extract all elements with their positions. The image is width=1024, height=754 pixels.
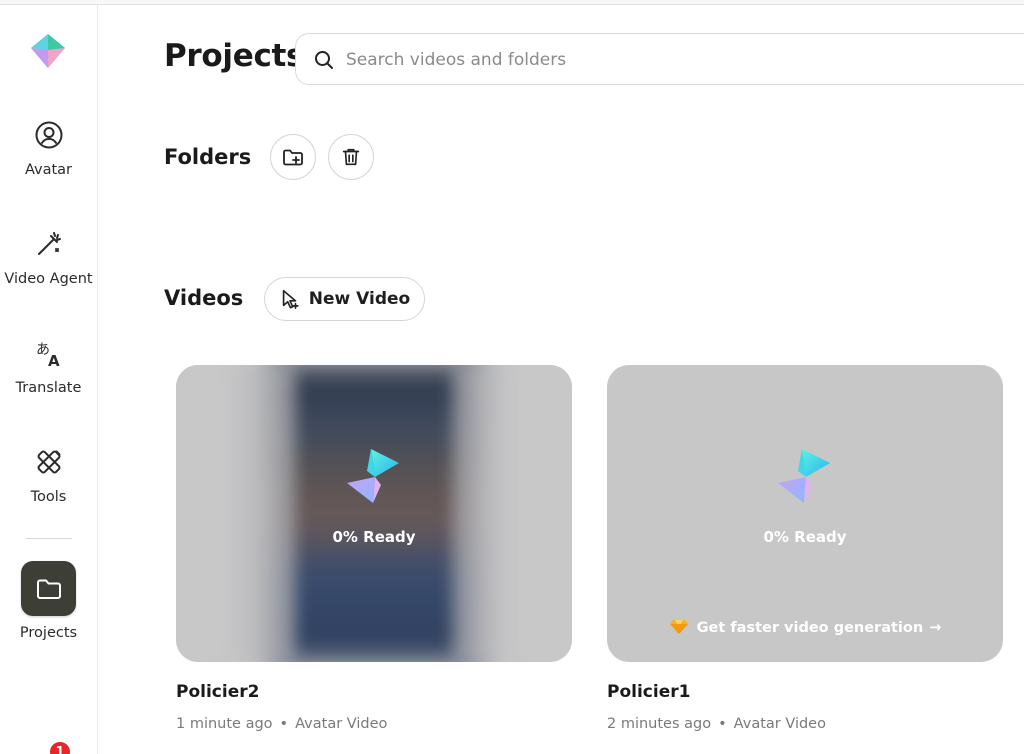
- search-input[interactable]: [346, 46, 946, 74]
- svg-text:A: A: [48, 352, 60, 368]
- search-icon: [315, 51, 333, 69]
- sidebar: Avatar Video Agent あ A Translate Tools P…: [0, 5, 98, 754]
- video-meta: 1 minute ago • Avatar Video: [176, 716, 387, 732]
- folder-icon: [36, 579, 61, 599]
- video-type: Avatar Video: [295, 716, 388, 732]
- user-circle-icon: [35, 121, 62, 149]
- thumbnail-edge: [176, 365, 296, 662]
- video-title[interactable]: Policier1: [607, 682, 690, 702]
- sidebar-item-label: Avatar: [24, 162, 73, 178]
- render-status: 0% Ready: [763, 528, 847, 546]
- sidebar-item-tools[interactable]: Tools: [0, 447, 97, 505]
- video-timestamp: 2 minutes ago: [607, 716, 712, 732]
- new-video-label: New Video: [308, 289, 411, 309]
- thumbnail-edge: [452, 365, 572, 662]
- translate-icon: あ A: [36, 342, 60, 368]
- sidebar-item-label: Tools: [30, 489, 67, 505]
- sidebar-item-label: Video Agent: [4, 271, 93, 287]
- video-timestamp: 1 minute ago: [176, 716, 273, 732]
- notification-badge[interactable]: 1: [48, 740, 72, 754]
- folders-heading: Folders: [164, 145, 252, 169]
- sidebar-divider: [26, 538, 72, 539]
- video-card[interactable]: 0% Ready: [176, 365, 572, 662]
- sidebar-item-translate[interactable]: あ A Translate: [0, 338, 97, 396]
- video-type: Avatar Video: [733, 716, 826, 732]
- render-status: 0% Ready: [332, 528, 416, 546]
- trash-icon: [342, 148, 360, 166]
- video-thumbnail: [271, 365, 481, 662]
- page-title: Projects: [164, 38, 305, 74]
- upgrade-link-label: Get faster video generation: [696, 620, 924, 636]
- projects-active-tile: [21, 561, 76, 616]
- search-bar[interactable]: [295, 33, 1024, 85]
- sidebar-item-label: Translate: [15, 380, 82, 396]
- new-video-button[interactable]: New Video: [264, 277, 425, 321]
- arrow-right-icon: →: [929, 620, 942, 636]
- app-logo-icon[interactable]: [29, 32, 67, 70]
- hourglass-loading-icon: [778, 449, 830, 503]
- videos-heading: Videos: [164, 286, 244, 310]
- tools-icon: [37, 450, 61, 474]
- cursor-plus-icon: [282, 289, 299, 309]
- meta-separator: •: [718, 716, 727, 732]
- video-meta: 2 minutes ago • Avatar Video: [607, 716, 826, 732]
- upgrade-link[interactable]: Get faster video generation →: [607, 619, 1003, 636]
- hourglass-loading-icon: [347, 449, 399, 503]
- sidebar-item-projects[interactable]: Projects: [0, 561, 97, 641]
- sidebar-item-video-agent[interactable]: Video Agent: [0, 229, 97, 287]
- magic-wand-icon: [37, 232, 61, 255]
- sidebar-item-avatar[interactable]: Avatar: [0, 120, 97, 178]
- video-title[interactable]: Policier2: [176, 682, 259, 702]
- diamond-icon: [669, 620, 688, 634]
- delete-button[interactable]: [328, 134, 374, 180]
- meta-separator: •: [279, 716, 289, 732]
- window-top-edge: [0, 0, 1024, 5]
- video-card[interactable]: 0% Ready Get faster video generation →: [607, 365, 1003, 662]
- sidebar-item-label: Projects: [19, 625, 78, 641]
- new-folder-button[interactable]: [270, 134, 316, 180]
- folder-plus-icon: [283, 149, 303, 166]
